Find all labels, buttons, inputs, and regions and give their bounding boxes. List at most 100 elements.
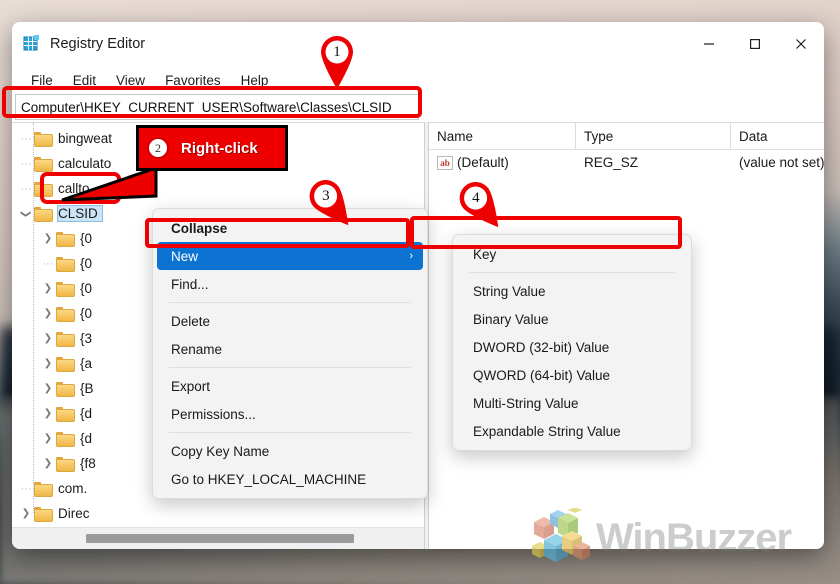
column-header-name[interactable]: Name bbox=[429, 123, 576, 149]
submenu-item-label: Expandable String Value bbox=[473, 423, 621, 439]
context-menu-item-export[interactable]: Export bbox=[157, 372, 423, 400]
callout-text: Right-click bbox=[181, 139, 258, 157]
value-name-text: (Default) bbox=[457, 155, 509, 170]
registry-path-input[interactable]: Computer\HKEY_CURRENT_USER\Software\Clas… bbox=[15, 94, 419, 120]
folder-icon bbox=[34, 206, 53, 222]
title-bar: Registry Editor bbox=[12, 22, 824, 66]
chevron-right-icon[interactable]: ❯ bbox=[40, 381, 56, 397]
menu-bar: File Edit View Favorites Help bbox=[12, 66, 824, 94]
folder-icon bbox=[56, 281, 75, 297]
tree-scrollbar-thumb[interactable] bbox=[86, 534, 354, 543]
tree-item-label: CLSID bbox=[57, 205, 103, 222]
submenu-item-label: Key bbox=[473, 246, 497, 262]
chevron-right-icon[interactable]: ❯ bbox=[40, 306, 56, 322]
submenu-item-binaryvalue[interactable]: Binary Value bbox=[457, 305, 687, 333]
tree-item-label: bingweat bbox=[58, 131, 113, 146]
folder-icon bbox=[56, 456, 75, 472]
callout-right-click: 2 Right-click bbox=[136, 125, 288, 171]
context-menu-item-gotohkeylocalmachine[interactable]: Go to HKEY_LOCAL_MACHINE bbox=[157, 465, 423, 493]
context-menu-item-find[interactable]: Find... bbox=[157, 270, 423, 298]
submenu-item-label: QWORD (64-bit) Value bbox=[473, 367, 611, 383]
menu-favorites[interactable]: Favorites bbox=[156, 70, 230, 91]
tree-item-label: Direc bbox=[58, 506, 90, 521]
context-menu-item-new[interactable]: New › bbox=[157, 242, 423, 270]
menu-separator bbox=[169, 432, 411, 433]
context-menu-item-label: Export bbox=[171, 378, 211, 394]
tree-item-label: {0 bbox=[80, 281, 93, 296]
tree-horizontal-scrollbar[interactable] bbox=[12, 527, 424, 549]
tree-item-label: {f8 bbox=[80, 456, 96, 471]
callout-tail bbox=[61, 166, 158, 202]
minimize-button[interactable] bbox=[686, 22, 732, 66]
context-menu-item-delete[interactable]: Delete bbox=[157, 307, 423, 335]
chevron-down-icon[interactable]: ❯ bbox=[18, 206, 34, 222]
address-bar-row: Computer\HKEY_CURRENT_USER\Software\Clas… bbox=[12, 94, 824, 122]
submenu-item-multistringvalue[interactable]: Multi-String Value bbox=[457, 389, 687, 417]
tree-item-label: {3 bbox=[80, 331, 93, 346]
column-header-data[interactable]: Data bbox=[731, 123, 824, 149]
context-menu-item-label: Collapse bbox=[171, 220, 228, 236]
window-title: Registry Editor bbox=[50, 36, 146, 52]
registry-context-menu: Collapse New › Find... Delete Rename Export Per… bbox=[152, 208, 428, 499]
folder-icon bbox=[56, 431, 75, 447]
menu-file[interactable]: File bbox=[22, 70, 62, 91]
submenu-item-stringvalue[interactable]: String Value bbox=[457, 277, 687, 305]
context-menu-item-label: New bbox=[171, 248, 199, 264]
menu-help[interactable]: Help bbox=[232, 70, 278, 91]
chevron-right-icon[interactable]: ❯ bbox=[40, 356, 56, 372]
context-menu-item-label: Delete bbox=[171, 313, 211, 329]
submenu-item-label: Binary Value bbox=[473, 311, 549, 327]
column-header-type[interactable]: Type bbox=[576, 123, 731, 149]
context-menu-item-rename[interactable]: Rename bbox=[157, 335, 423, 363]
submenu-item-label: DWORD (32-bit) Value bbox=[473, 339, 610, 355]
tree-connector-icon: ··· bbox=[20, 182, 32, 195]
menu-edit[interactable]: Edit bbox=[64, 70, 105, 91]
folder-icon bbox=[56, 381, 75, 397]
tree-connector-icon: ··· bbox=[42, 257, 54, 270]
chevron-right-icon[interactable]: ❯ bbox=[40, 431, 56, 447]
folder-icon bbox=[56, 356, 75, 372]
folder-icon bbox=[34, 506, 53, 522]
context-menu-item-copykeyname[interactable]: Copy Key Name bbox=[157, 437, 423, 465]
maximize-button[interactable] bbox=[732, 22, 778, 66]
tree-item-label: {d bbox=[80, 406, 93, 421]
tree-item-label: {0 bbox=[80, 306, 93, 321]
menu-separator bbox=[169, 367, 411, 368]
registry-editor-icon bbox=[23, 35, 41, 53]
submenu-item-key[interactable]: Key bbox=[457, 240, 687, 268]
chevron-right-icon[interactable]: ❯ bbox=[40, 456, 56, 472]
context-menu-item-collapse[interactable]: Collapse bbox=[157, 214, 423, 242]
tree-item-label: {d bbox=[80, 431, 93, 446]
registry-editor-window: Registry Editor File Edit View Favorites… bbox=[12, 22, 824, 549]
value-data-cell: (value not set) bbox=[739, 155, 824, 170]
table-row[interactable]: ab (Default) REG_SZ (value not set) bbox=[429, 150, 824, 175]
submenu-item-dword32bitvalue[interactable]: DWORD (32-bit) Value bbox=[457, 333, 687, 361]
context-menu-item-permissions[interactable]: Permissions... bbox=[157, 400, 423, 428]
callout-badge-2: 2 bbox=[147, 137, 169, 159]
folder-icon bbox=[34, 131, 53, 147]
chevron-right-icon[interactable]: ❯ bbox=[40, 281, 56, 297]
context-menu-item-label: Copy Key Name bbox=[171, 443, 270, 459]
menu-separator bbox=[169, 302, 411, 303]
values-column-header: Name Type Data bbox=[429, 123, 824, 150]
submenu-item-qword64bitvalue[interactable]: QWORD (64-bit) Value bbox=[457, 361, 687, 389]
menu-view[interactable]: View bbox=[107, 70, 154, 91]
window-controls bbox=[686, 22, 824, 66]
value-type-cell: REG_SZ bbox=[584, 155, 639, 170]
pin-3-number: 3 bbox=[322, 187, 330, 204]
context-menu-item-label: Permissions... bbox=[171, 406, 256, 422]
chevron-right-icon[interactable]: ❯ bbox=[40, 406, 56, 422]
tree-item-direc[interactable]: ❯ Direc bbox=[12, 501, 424, 526]
submenu-item-label: String Value bbox=[473, 283, 546, 299]
close-button[interactable] bbox=[778, 22, 824, 66]
context-menu-item-label: Rename bbox=[171, 341, 223, 357]
tree-item-label: {B bbox=[80, 381, 94, 396]
submenu-item-label: Multi-String Value bbox=[473, 395, 579, 411]
menu-separator bbox=[469, 272, 675, 273]
submenu-item-expandablestringvalue[interactable]: Expandable String Value bbox=[457, 417, 687, 445]
chevron-right-icon[interactable]: ❯ bbox=[40, 331, 56, 347]
chevron-right-icon[interactable]: ❯ bbox=[18, 506, 34, 522]
context-menu-item-label: Go to HKEY_LOCAL_MACHINE bbox=[171, 471, 367, 487]
annotation-pin-1: 1 bbox=[316, 32, 358, 90]
chevron-right-icon[interactable]: ❯ bbox=[40, 231, 56, 247]
